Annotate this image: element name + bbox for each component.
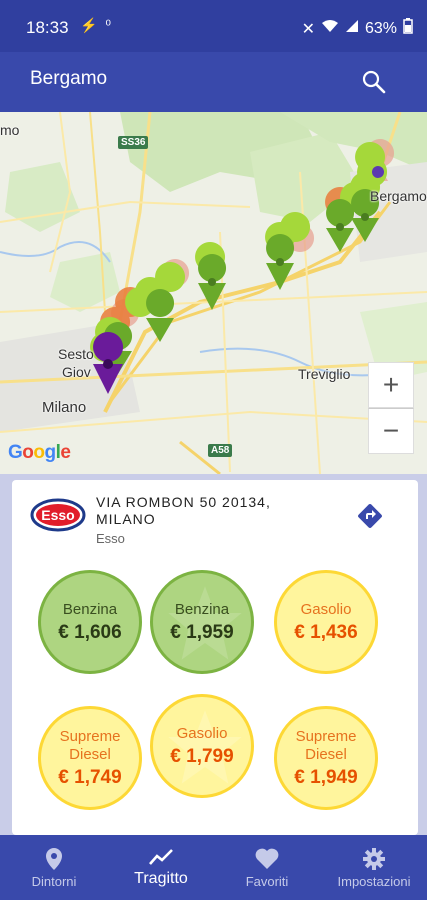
fuel-name-line1: Supreme: [295, 727, 357, 745]
map-label-treviglio: Treviglio: [298, 366, 351, 382]
tab-label: Tragitto: [134, 870, 188, 887]
directions-icon[interactable]: [356, 502, 384, 530]
road-shield-a58: A58: [208, 444, 233, 457]
google-attribution: Google: [8, 442, 71, 463]
signal-icon: [345, 19, 359, 38]
fuel-price: € 1,606: [58, 621, 122, 643]
tab-label: Dintorni: [31, 874, 77, 889]
status-time: 18:33: [26, 18, 69, 37]
search-icon[interactable]: [361, 69, 387, 95]
battery-percent: 63%: [364, 19, 397, 37]
status-icons: ✕ 63%: [302, 18, 413, 39]
fuel-price: € 1,949: [294, 766, 358, 788]
price-badge-gasolio[interactable]: Gasolio € 1,436: [274, 570, 378, 674]
fuel-name: Benzina: [62, 600, 118, 618]
app-bar: Bergamo: [0, 52, 427, 112]
gear-icon: [363, 848, 385, 870]
tab-tragitto[interactable]: Tragitto: [120, 835, 202, 900]
map-label-partial: mo: [0, 122, 20, 138]
battery-icon: [403, 18, 413, 39]
fuel-name: Gasolio: [176, 724, 228, 742]
tab-impostazioni[interactable]: Impostazioni: [326, 835, 422, 900]
price-badge-gasolio-best[interactable]: Gasolio € 1,799: [150, 694, 254, 798]
mute-icon: ✕: [301, 20, 315, 38]
bottom-nav: Dintorni Tragitto Favoriti Impostazioni: [0, 835, 427, 900]
fuel-price: € 1,749: [58, 766, 122, 788]
tab-dintorni[interactable]: Dintorni: [14, 835, 94, 900]
road-shield-ss36: SS36: [118, 136, 149, 149]
zoom-in-button[interactable]: +: [368, 362, 414, 408]
esso-logo: Esso: [30, 498, 86, 532]
zoom-out-button[interactable]: −: [368, 408, 414, 454]
fuel-name-line2: Diesel: [305, 745, 347, 763]
wifi-icon: [321, 19, 339, 38]
route-icon: [149, 849, 173, 865]
page-title: Bergamo: [30, 68, 108, 89]
fuel-price: € 1,436: [294, 621, 358, 643]
price-badge-supreme-diesel-2[interactable]: Supreme Diesel € 1,949: [274, 706, 378, 810]
tab-label: Favoriti: [245, 874, 289, 889]
tab-favoriti[interactable]: Favoriti: [228, 835, 306, 900]
station-address-line2: MILANO: [96, 511, 156, 527]
map-label-bergamo: Bergamo: [370, 188, 427, 204]
location-pin-icon: [46, 848, 62, 870]
fuel-price: € 1,959: [170, 621, 234, 643]
station-brand: Esso: [96, 531, 125, 546]
station-address: VIA ROMBON 50 20134, MILANO: [96, 494, 271, 528]
map-view[interactable]: Bergamo Sesto Giov Milano Treviglio mo S…: [0, 112, 427, 474]
heart-icon: [255, 848, 279, 869]
price-badge-supreme-diesel[interactable]: Supreme Diesel € 1,749: [38, 706, 142, 810]
fuel-name: Benzina: [174, 600, 230, 618]
price-badge-benzina[interactable]: Benzina € 1,606: [38, 570, 142, 674]
fuel-name-line2: Diesel: [69, 745, 111, 763]
map-label-sesto: Sesto: [58, 346, 94, 362]
station-card[interactable]: Esso VIA ROMBON 50 20134, MILANO Esso Be…: [12, 480, 418, 835]
map-label-giovanni: Giov: [62, 364, 91, 380]
tab-label: Impostazioni: [337, 874, 411, 889]
map-base: [0, 112, 427, 474]
notification-icons: ⚡ ⁰: [80, 17, 113, 33]
station-address-line1: VIA ROMBON 50 20134,: [96, 494, 271, 510]
fuel-price: € 1,799: [170, 745, 234, 767]
svg-text:Esso: Esso: [41, 507, 74, 523]
map-label-milano: Milano: [42, 399, 87, 416]
fuel-name-line1: Supreme: [59, 727, 121, 745]
fuel-name: Gasolio: [300, 600, 352, 618]
price-badge-benzina-best[interactable]: Benzina € 1,959: [150, 570, 254, 674]
status-bar: 18:33 ⚡ ⁰ ✕ 63%: [0, 0, 427, 52]
